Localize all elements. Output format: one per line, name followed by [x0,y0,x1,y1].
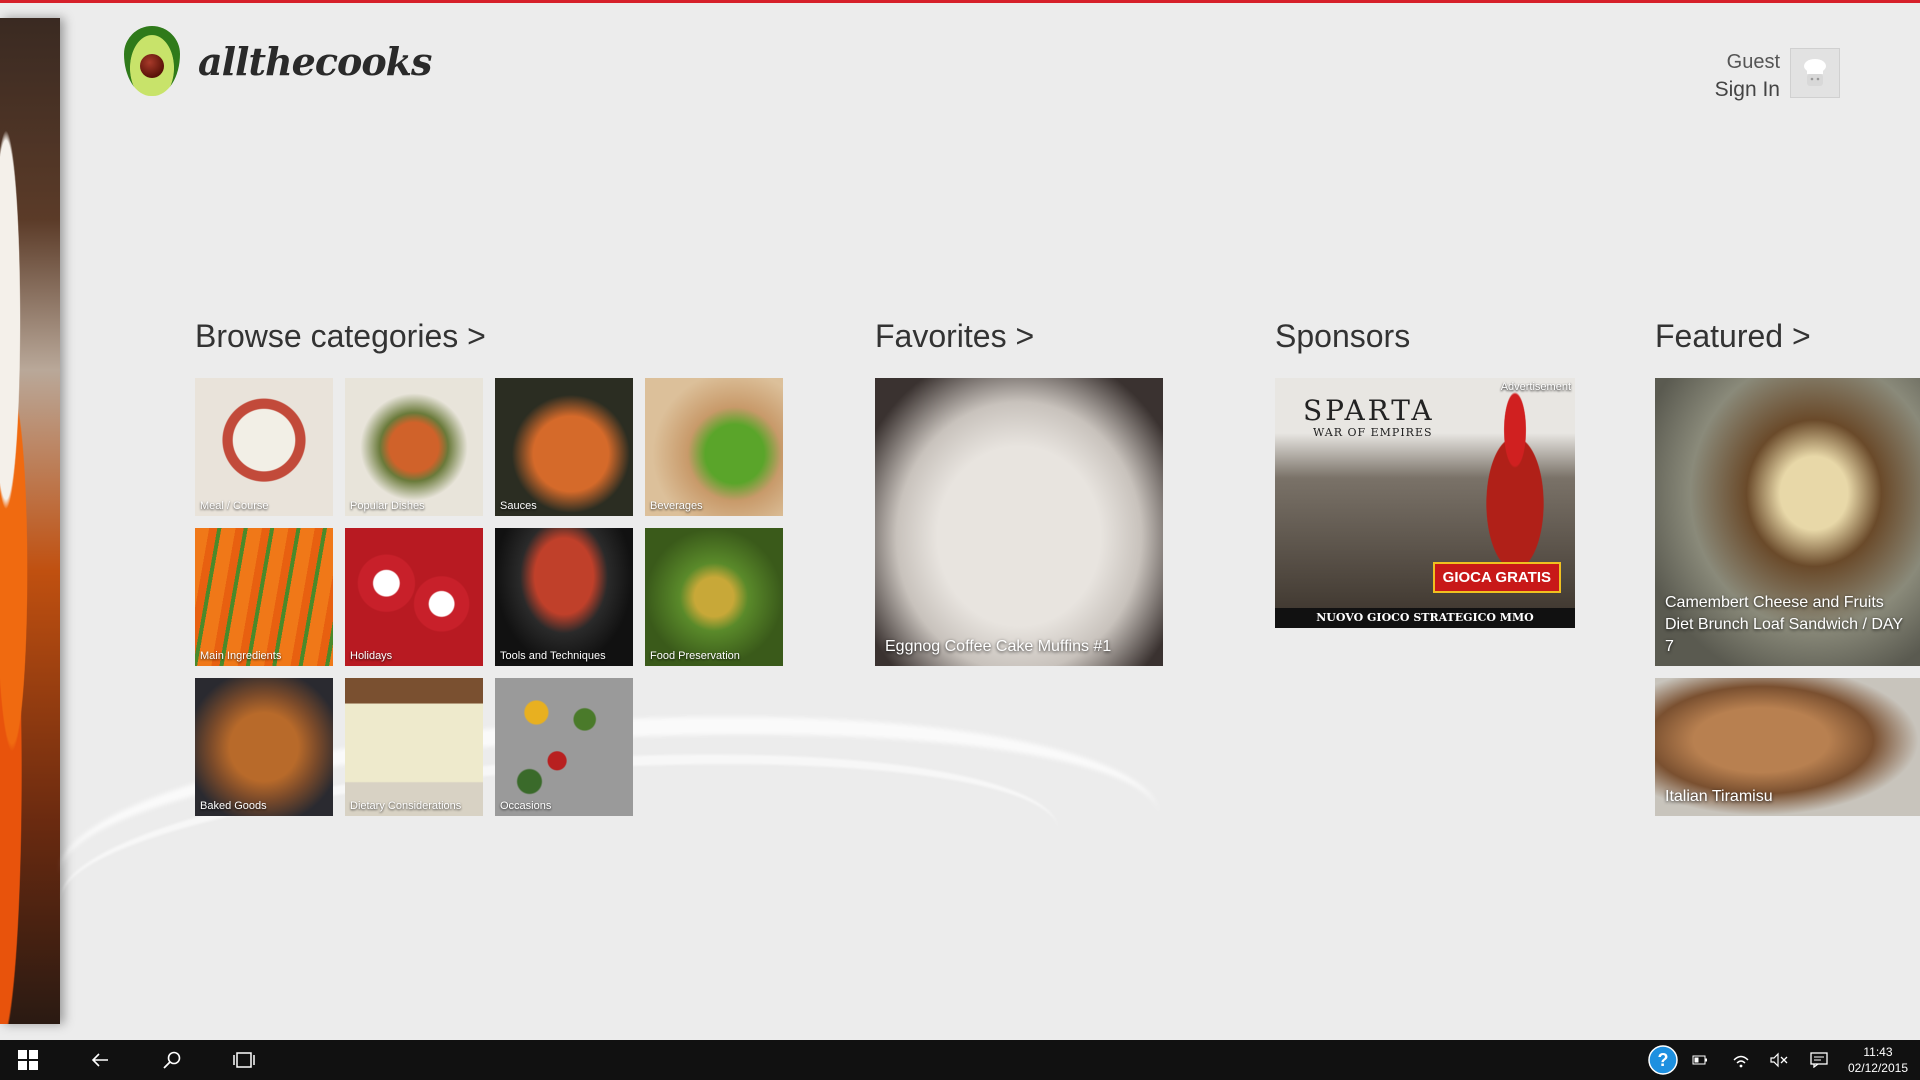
previous-page-photo-strip[interactable] [0,18,60,1024]
category-label: Main Ingredients [200,650,282,662]
ad-game-title: SPARTA [1303,394,1435,427]
category-tile-occasions[interactable]: Occasions [495,678,633,816]
sign-in-link[interactable]: Sign In [1715,76,1780,104]
logo-text: allthecooks [198,38,432,84]
svg-text:?: ? [1658,1050,1669,1070]
battery-icon[interactable] [1688,1040,1712,1080]
category-tile-beverages[interactable]: Beverages [645,378,783,516]
avatar[interactable] [1790,48,1840,98]
sponsors-title: Sponsors [1275,318,1411,354]
category-tile-holidays[interactable]: Holidays [345,528,483,666]
volume-muted-icon[interactable] [1766,1040,1792,1080]
category-label: Popular Dishes [350,500,425,512]
sponsor-ad-banner[interactable]: Advertisement SPARTA WAR OF EMPIRES GIOC… [1275,378,1575,628]
featured-recipe-title: Camembert Cheese and Fruits Diet Brunch … [1665,594,1903,655]
category-label: Holidays [350,650,393,662]
category-tile-sauces[interactable]: Sauces [495,378,633,516]
notifications-icon[interactable] [1806,1040,1832,1080]
chef-avatar-icon [1804,59,1826,86]
clock-date: 02/12/2015 [1847,1061,1908,1075]
category-tile-food-preservation[interactable]: Food Preservation [645,528,783,666]
category-tile-meal-course[interactable]: Meal / Course [195,378,333,516]
category-label: Dietary Considerations [350,800,462,812]
wifi-icon[interactable] [1728,1040,1754,1080]
ad-game-subtitle: WAR OF EMPIRES [1313,426,1433,439]
category-tile-baked-goods[interactable]: Baked Goods [195,678,333,816]
category-tile-popular-dishes[interactable]: Popular Dishes [345,378,483,516]
featured-recipe-tile[interactable]: Italian Tiramisu [1655,678,1920,816]
windows-icon[interactable] [10,1040,46,1080]
clock-time: 11:43 [1863,1045,1893,1059]
category-tile-main-ingredients[interactable]: Main Ingredients [195,528,333,666]
help-icon[interactable]: ? [1646,1040,1680,1080]
top-accent-bar [0,0,1920,3]
favorites-title[interactable]: Favorites > [875,318,1034,355]
featured-recipe-tile[interactable]: Camembert Cheese and Fruits Diet Brunch … [1655,378,1920,666]
favorite-recipe-title: Eggnog Coffee Cake Muffins #1 [885,638,1112,655]
task-view-icon[interactable] [226,1040,262,1080]
search-icon[interactable] [154,1040,190,1080]
featured-title[interactable]: Featured > [1655,318,1811,355]
category-label: Tools and Techniques [500,650,606,662]
taskbar: ? 11:43 02/12/2015 [0,1040,1920,1080]
featured-recipe-title: Italian Tiramisu [1665,788,1773,805]
category-label: Sauces [500,500,537,512]
app-logo[interactable]: allthecooks [124,26,432,96]
category-label: Food Preservation [650,650,740,662]
user-name: Guest [1726,51,1780,73]
taskbar-clock[interactable]: 11:43 02/12/2015 [1848,1044,1908,1076]
ad-cta-button[interactable]: GIOCA GRATIS [1432,562,1561,593]
back-icon[interactable] [82,1040,118,1080]
user-panel[interactable]: Guest Sign In [1715,48,1840,104]
category-label: Baked Goods [200,800,267,812]
category-label: Beverages [650,500,703,512]
category-label: Occasions [500,800,552,812]
category-tile-tools-and-techniques[interactable]: Tools and Techniques [495,528,633,666]
browse-categories-title[interactable]: Browse categories > [195,318,486,355]
avocado-logo-icon [124,26,180,96]
category-tile-dietary-considerations[interactable]: Dietary Considerations [345,678,483,816]
ad-tagline: NUOVO GIOCO STRATEGICO MMO [1275,608,1575,628]
favorite-recipe-tile[interactable]: Eggnog Coffee Cake Muffins #1 [875,378,1163,666]
category-label: Meal / Course [200,500,269,512]
